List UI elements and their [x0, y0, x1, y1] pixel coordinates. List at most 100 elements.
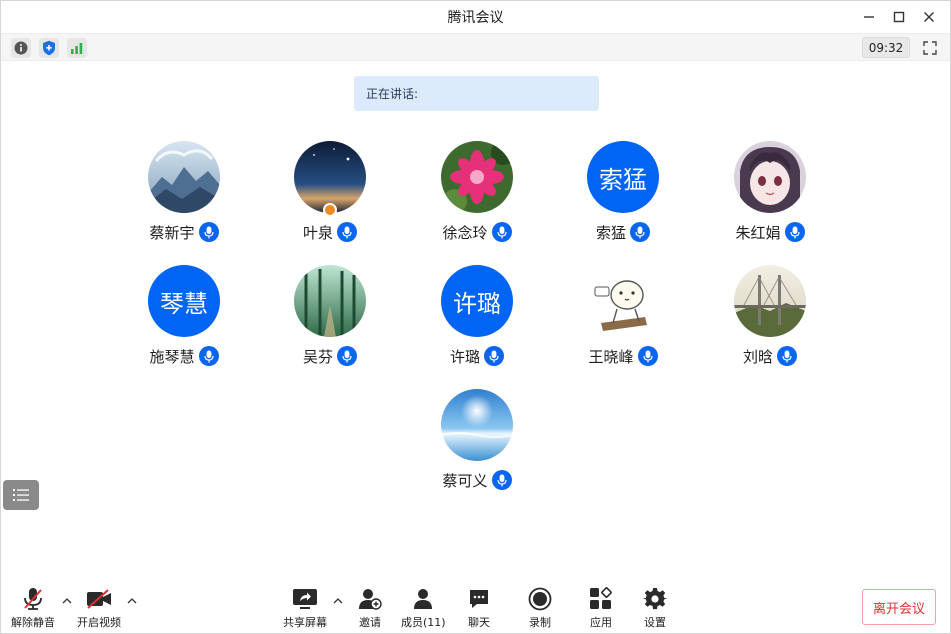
- add-user-icon: [356, 585, 384, 613]
- mic-icon: [784, 222, 805, 242]
- start-video-label: 开启视频: [77, 616, 121, 629]
- mic-icon: [777, 346, 797, 366]
- avatar: [441, 141, 513, 213]
- participant-name: 蔡新宇: [149, 223, 195, 242]
- muted-mic-icon: [19, 585, 47, 613]
- participant-name-row: 刘晗: [710, 345, 830, 367]
- participant-name-row: 蔡可义: [417, 469, 537, 491]
- avatar-text: 索猛: [587, 141, 659, 213]
- list-icon: [13, 489, 29, 501]
- avatar: [734, 141, 806, 213]
- window-controls: [854, 1, 944, 33]
- apps-button[interactable]: 应用: [587, 585, 615, 630]
- participant-name: 蔡可义: [442, 471, 488, 490]
- invite-button[interactable]: 邀请: [356, 585, 384, 630]
- meeting-toolbar: 解除静音 开启视频 共享屏幕 邀请 成员(11) 聊天 录制 应用 设置: [1, 581, 950, 634]
- participant-tile[interactable]: 王晓峰: [563, 265, 683, 375]
- members-icon: [409, 585, 437, 613]
- avatar: [294, 265, 366, 337]
- network-status-button[interactable]: [67, 38, 87, 58]
- video-off-icon: [85, 585, 113, 613]
- participant-name: 叶泉: [302, 223, 333, 242]
- mic-icon: [491, 222, 512, 242]
- avatar-text: 琴慧: [148, 265, 220, 337]
- sticker-avatar-image: [587, 265, 659, 337]
- participant-tile[interactable]: 索猛 索猛: [563, 141, 683, 251]
- start-video-button[interactable]: 开启视频: [77, 585, 121, 630]
- participant-tile[interactable]: 蔡新宇: [124, 141, 244, 251]
- chevron-up-icon: [333, 598, 343, 604]
- participant-name-row: 王晓峰: [563, 345, 683, 367]
- meeting-info-bar: 09:32: [1, 33, 950, 61]
- gear-icon: [641, 585, 669, 613]
- participant-name-row: 索猛: [563, 221, 683, 243]
- members-button[interactable]: 成员(11): [401, 585, 446, 630]
- participant-name: 许璐: [449, 347, 480, 366]
- fullscreen-button[interactable]: [920, 38, 940, 58]
- chat-label: 聊天: [468, 616, 490, 629]
- anime-avatar-image: [734, 141, 806, 213]
- participant-name-row: 徐念玲: [417, 221, 537, 243]
- chat-button[interactable]: 聊天: [465, 585, 493, 630]
- host-badge-icon: [323, 203, 337, 217]
- participant-name: 朱红娟: [735, 223, 781, 242]
- participant-tile[interactable]: 刘晗: [710, 265, 830, 375]
- mic-icon: [337, 222, 357, 242]
- participant-tile[interactable]: 琴慧 施琴慧: [124, 265, 244, 375]
- meeting-info-button[interactable]: [11, 38, 31, 58]
- settings-button[interactable]: 设置: [641, 585, 669, 630]
- participant-name: 王晓峰: [588, 347, 634, 366]
- invite-label: 邀请: [359, 616, 381, 629]
- participant-name: 索猛: [595, 223, 626, 242]
- close-button[interactable]: [914, 2, 944, 32]
- mic-icon: [484, 346, 504, 366]
- avatar: [441, 389, 513, 461]
- unmute-button[interactable]: 解除静音: [11, 585, 55, 630]
- signal-icon: [71, 43, 83, 54]
- mic-icon: [491, 470, 512, 490]
- video-options-caret[interactable]: [126, 595, 138, 607]
- share-screen-button[interactable]: 共享屏幕: [283, 585, 327, 630]
- participant-tile[interactable]: 蔡可义: [417, 389, 537, 499]
- member-list-toggle[interactable]: [3, 480, 39, 510]
- participant-tile[interactable]: 朱红娟: [710, 141, 830, 251]
- share-options-caret[interactable]: [332, 595, 344, 607]
- sea-sky-avatar-image: [441, 389, 513, 461]
- avatar: [734, 265, 806, 337]
- chevron-up-icon: [62, 598, 72, 604]
- participant-name: 吴芬: [302, 347, 333, 366]
- apps-icon: [587, 585, 615, 613]
- title-bar: 腾讯会议: [1, 1, 950, 33]
- mic-icon: [198, 346, 219, 366]
- avatar: [587, 265, 659, 337]
- participant-tile[interactable]: 徐念玲: [417, 141, 537, 251]
- chevron-up-icon: [127, 598, 137, 604]
- participant-name: 刘晗: [742, 347, 773, 366]
- participant-name-row: 许璐: [417, 345, 537, 367]
- audio-options-caret[interactable]: [61, 595, 73, 607]
- participant-tile[interactable]: 许璐 许璐: [417, 265, 537, 375]
- leave-meeting-button[interactable]: 离开会议: [862, 589, 936, 625]
- mic-icon: [198, 222, 219, 242]
- participant-name: 施琴慧: [149, 347, 195, 366]
- participant-name-row: 叶泉: [270, 221, 390, 243]
- security-button[interactable]: [39, 38, 59, 58]
- minimize-button[interactable]: [854, 2, 884, 32]
- record-button[interactable]: 录制: [526, 585, 554, 630]
- maximize-button[interactable]: [884, 2, 914, 32]
- members-label: 成员(11): [401, 616, 446, 629]
- window-title: 腾讯会议: [447, 10, 504, 26]
- share-screen-label: 共享屏幕: [283, 616, 327, 629]
- speaking-indicator: 正在讲话:: [354, 76, 599, 111]
- meeting-window: 腾讯会议 09:32 正在讲话: 蔡新宇 叶泉 徐念玲 索猛 索猛 朱红娟 琴慧…: [0, 0, 951, 634]
- meeting-timer: 09:32: [862, 37, 910, 58]
- chat-icon: [465, 585, 493, 613]
- participant-tile[interactable]: 吴芬: [270, 265, 390, 375]
- settings-label: 设置: [644, 616, 666, 629]
- record-icon: [526, 585, 554, 613]
- participant-tile[interactable]: 叶泉: [270, 141, 390, 251]
- participant-name-row: 吴芬: [270, 345, 390, 367]
- shield-icon: [43, 40, 55, 56]
- bridge-avatar-image: [734, 265, 806, 337]
- share-screen-icon: [291, 585, 319, 613]
